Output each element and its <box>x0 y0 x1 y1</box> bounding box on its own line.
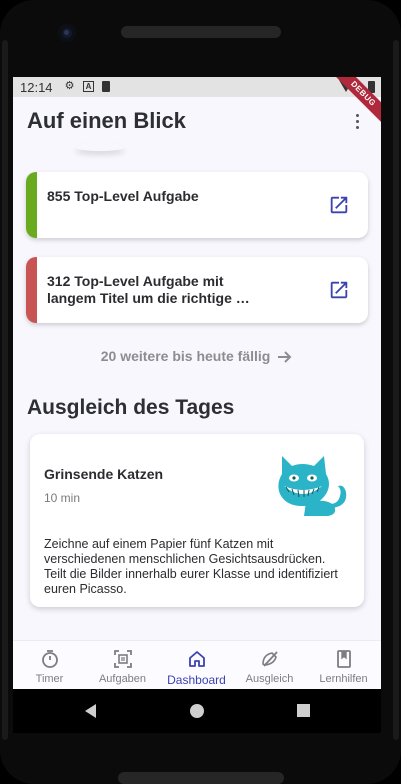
task-color-bar <box>26 172 37 238</box>
nav-label: Lernhilfen <box>319 673 368 685</box>
open-in-new-icon[interactable] <box>328 194 350 216</box>
bottom-navigation: Timer Aufgaben Dashboard Ausgleich Lernh… <box>13 640 381 689</box>
nav-item-lernhilfen[interactable]: Lernhilfen <box>307 641 380 689</box>
timer-icon <box>42 650 58 668</box>
nav-item-ausgleich[interactable]: Ausgleich <box>233 641 306 689</box>
task-card[interactable]: 312 Top-Level Aufgabe mit langem Titel u… <box>26 257 368 323</box>
nav-item-timer[interactable]: Timer <box>13 641 86 689</box>
status-time: 12:14 <box>20 80 53 95</box>
back-icon[interactable] <box>85 704 96 718</box>
front-camera <box>58 24 76 42</box>
more-due-link[interactable]: 20 weitere bis heute fällig <box>13 348 381 364</box>
balance-title: Grinsende Katzen <box>44 466 164 482</box>
task-title: 855 Top-Level Aufgabe <box>47 188 199 204</box>
recent-apps-icon[interactable] <box>297 704 310 717</box>
status-bar: 12:14 ⚙ A DEBUG <box>13 77 381 128</box>
task-title: 312 Top-Level Aufgabe mit langem Titel u… <box>47 273 250 306</box>
home-button-icon[interactable] <box>190 704 204 718</box>
app-screen: 12:14 ⚙ A DEBUG Auf einen Blick 855 Top-… <box>13 77 381 689</box>
balance-icon <box>262 651 278 667</box>
system-navigation-bar <box>13 689 381 733</box>
home-icon <box>189 651 205 667</box>
app-status-icon: A <box>83 81 94 92</box>
nav-item-dashboard[interactable]: Dashboard <box>160 641 233 689</box>
sd-card-status-icon <box>102 81 110 92</box>
nav-label: Timer <box>35 673 64 685</box>
frame-edge-left <box>2 40 8 740</box>
nav-label: Ausgleich <box>245 673 294 685</box>
open-in-new-icon[interactable] <box>328 279 350 301</box>
more-due-label: 20 weitere bis heute fällig <box>100 348 271 364</box>
more-vert-icon[interactable] <box>355 114 361 132</box>
earpiece-speaker <box>121 26 281 38</box>
frame-edge-right <box>393 40 399 740</box>
task-frame-icon <box>114 650 132 668</box>
bookmark-book-icon <box>337 650 351 668</box>
arrow-right-icon <box>278 351 292 364</box>
nav-label: Aufgaben <box>98 673 147 685</box>
balance-card[interactable]: Grinsende Katzen 10 min Zeichne auf eine… <box>30 434 364 607</box>
task-color-bar <box>26 257 37 323</box>
nav-item-aufgaben[interactable]: Aufgaben <box>86 641 159 689</box>
grinning-cat-icon <box>278 456 347 516</box>
page-title: Auf einen Blick <box>27 108 186 133</box>
nav-label: Dashboard <box>167 673 226 687</box>
balance-duration: 10 min <box>44 491 81 505</box>
task-card[interactable]: 855 Top-Level Aufgabe <box>26 172 368 238</box>
settings-status-icon: ⚙ <box>64 80 75 92</box>
balance-description: Zeichne auf einem Papier fünf Katzen mit… <box>44 537 338 596</box>
bottom-speaker <box>118 772 284 784</box>
header-shadow <box>75 143 125 151</box>
section-title: Ausgleich des Tages <box>27 396 235 419</box>
